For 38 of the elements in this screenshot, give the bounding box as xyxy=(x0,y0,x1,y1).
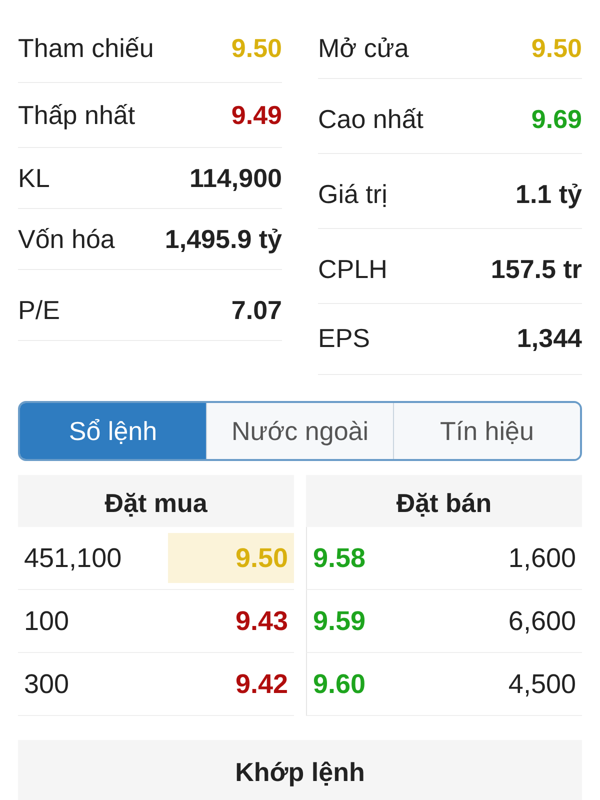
stat-label: Tham chiếu xyxy=(18,32,154,64)
stat-value: 9.49 xyxy=(231,99,282,131)
ask-price: 9.60 xyxy=(312,668,367,701)
bid-volume: 100 xyxy=(23,606,70,636)
section-header: Khớp lệnh xyxy=(18,740,582,800)
stat-label: Vốn hóa xyxy=(18,223,115,255)
ask-volume: 1,600 xyxy=(507,542,577,574)
bid-volume: 451,100 xyxy=(23,542,123,574)
ask-price: 9.58 xyxy=(312,542,367,575)
bid-price: 9.43 xyxy=(234,605,289,638)
stat-value: 114,900 xyxy=(189,162,282,194)
stat-label: Giá trị xyxy=(318,178,388,210)
stat-value: 1,344 xyxy=(516,322,582,354)
ask-volume: 4,500 xyxy=(507,668,577,700)
bid-volume: 300 xyxy=(23,668,70,700)
column-header: Đặt mua xyxy=(18,475,294,527)
bid-price: 9.50 xyxy=(168,533,294,583)
tab[interactable]: Sổ lệnh xyxy=(20,403,206,459)
stat-label: Cao nhất xyxy=(318,103,424,135)
stat-label: EPS xyxy=(318,322,370,354)
stat-value: 157.5 tr xyxy=(490,253,582,285)
stat-value: 7.07 xyxy=(231,294,282,326)
tab[interactable]: Nước ngoài xyxy=(206,403,393,459)
stat-label: Thấp nhất xyxy=(18,99,136,131)
ask-price: 9.59 xyxy=(312,605,367,638)
stat-label: KL xyxy=(18,162,50,194)
column-header: Đặt bán xyxy=(306,475,582,527)
stat-value: 9.50 xyxy=(531,32,582,64)
tab[interactable]: Tín hiệu xyxy=(393,403,580,459)
stat-value: 9.69 xyxy=(531,103,582,135)
stat-value: 9.50 xyxy=(231,32,282,64)
bid-price: 9.42 xyxy=(234,668,289,701)
stat-value: 1,495.9 tỷ xyxy=(164,223,282,255)
stat-value: 1.1 tỷ xyxy=(516,178,582,210)
stat-label: CPLH xyxy=(318,253,388,285)
stat-label: Mở cửa xyxy=(318,32,409,64)
stat-label: P/E xyxy=(18,294,60,326)
ask-volume: 6,600 xyxy=(507,606,577,636)
